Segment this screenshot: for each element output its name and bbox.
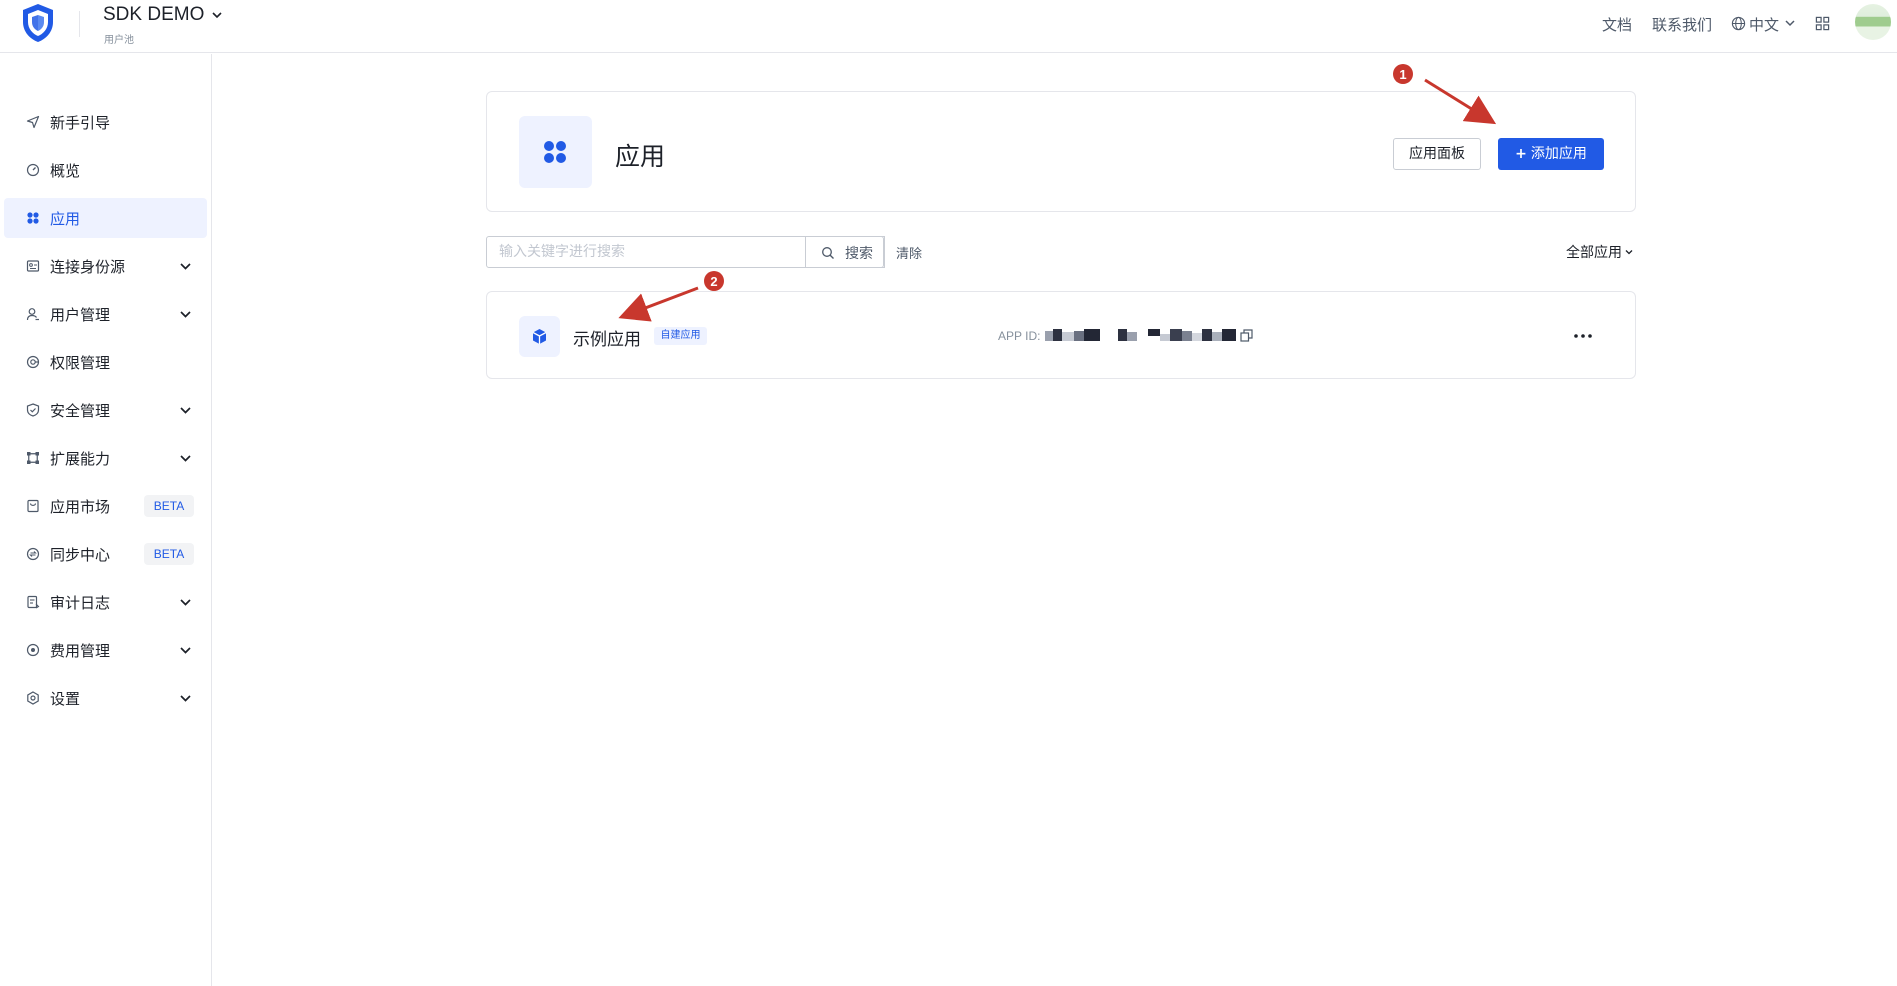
sidebar-item-label: 应用市场 — [50, 498, 111, 516]
sidebar: 新手引导 概览 应用 连接身份源 用户管理 权限管理 安全管理 扩展能力 应用市… — [0, 54, 212, 986]
log-icon — [27, 595, 40, 609]
permission-icon — [26, 355, 40, 369]
sidebar-item-label: 安全管理 — [50, 402, 111, 420]
language-selector[interactable]: 中文 — [1749, 14, 1779, 35]
app-icon-box — [519, 316, 560, 357]
search-icon — [822, 247, 834, 259]
sidebar-item-label: 权限管理 — [50, 354, 111, 372]
annotation-marker-2-label: 2 — [710, 274, 717, 289]
user-icon — [26, 308, 39, 321]
chevron-down-icon — [180, 311, 191, 318]
cube-icon — [532, 329, 547, 344]
app-filter-dropdown[interactable]: 全部应用 — [1566, 242, 1622, 262]
annotation-marker-2 — [704, 271, 724, 291]
page-title: 应用 — [615, 142, 666, 171]
top-header: SDK DEMO 用户池 文档 联系我们 中文 — [0, 0, 1897, 53]
beta-badge: BETA — [144, 495, 194, 517]
app-panel-button[interactable]: 应用面板 — [1393, 138, 1481, 170]
identity-source-icon — [26, 260, 40, 272]
docs-link[interactable]: 文档 — [1602, 14, 1632, 35]
apps-icon — [27, 212, 39, 224]
apps-icon — [544, 141, 566, 163]
annotation-marker-1-label: 1 — [1399, 67, 1406, 82]
chevron-down-icon[interactable] — [1624, 247, 1634, 257]
header-divider — [79, 11, 80, 37]
app-grid-icon[interactable] — [1815, 16, 1830, 31]
chevron-down-icon[interactable] — [210, 8, 224, 22]
sidebar-item-security[interactable]: 安全管理 — [4, 390, 207, 430]
sidebar-item-user-management[interactable]: 用户管理 — [4, 294, 207, 334]
market-icon — [27, 499, 39, 513]
search-button[interactable]: 搜索 — [805, 236, 884, 268]
chevron-down-icon — [180, 599, 191, 606]
shield-icon — [26, 403, 40, 417]
user-avatar[interactable] — [1855, 4, 1891, 40]
apps-header-card: 应用 应用面板 + 添加应用 — [486, 91, 1636, 212]
copy-icon[interactable] — [1240, 329, 1253, 342]
dashboard-icon — [26, 163, 40, 177]
add-app-label: 添加应用 — [1530, 146, 1587, 162]
app-type-tag: 自建应用 — [654, 327, 707, 345]
sidebar-item-identity-source[interactable]: 连接身份源 — [4, 246, 207, 286]
chevron-down-icon — [180, 647, 191, 654]
send-icon — [26, 115, 40, 129]
userpool-subtitle: 用户池 — [104, 35, 134, 46]
sidebar-item-extensions[interactable]: 扩展能力 — [4, 438, 207, 478]
globe-icon[interactable] — [1731, 16, 1746, 31]
add-app-button[interactable]: + 添加应用 — [1498, 138, 1604, 170]
sidebar-item-label: 同步中心 — [50, 546, 111, 564]
chevron-down-icon — [180, 455, 191, 462]
more-actions-icon[interactable] — [1572, 325, 1594, 347]
extension-icon — [27, 452, 39, 464]
userpool-selector[interactable]: SDK DEMO — [103, 4, 204, 26]
app-id-redacted — [1045, 329, 1236, 341]
contact-us-link[interactable]: 联系我们 — [1652, 14, 1712, 35]
settings-icon — [27, 691, 39, 705]
sidebar-item-label: 设置 — [50, 690, 81, 708]
sidebar-item-label: 应用 — [50, 210, 81, 228]
annotation-marker-1 — [1393, 64, 1413, 84]
sidebar-item-label: 审计日志 — [50, 594, 111, 612]
sidebar-item-permissions[interactable]: 权限管理 — [4, 342, 207, 382]
chevron-down-icon — [180, 695, 191, 702]
sync-icon — [26, 547, 40, 561]
sidebar-item-label: 新手引导 — [50, 114, 111, 132]
sidebar-item-overview[interactable]: 概览 — [4, 150, 207, 190]
logo-shield-icon[interactable] — [20, 2, 56, 44]
billing-icon — [26, 643, 40, 657]
chevron-down-icon[interactable] — [1784, 17, 1796, 29]
sidebar-item-apps[interactable]: 应用 — [4, 198, 207, 238]
chevron-down-icon — [180, 263, 191, 270]
plus-icon: + — [1515, 146, 1527, 162]
sidebar-item-audit-log[interactable]: 审计日志 — [4, 582, 207, 622]
sidebar-item-label: 扩展能力 — [50, 450, 111, 468]
app-name[interactable]: 示例应用 — [573, 325, 641, 350]
sidebar-item-label: 概览 — [50, 162, 81, 180]
sidebar-item-sync-center[interactable]: 同步中心 BETA — [4, 534, 207, 574]
sidebar-item-settings[interactable]: 设置 — [4, 678, 207, 718]
apps-hero-icon-box — [519, 116, 592, 188]
chevron-down-icon — [180, 407, 191, 414]
sidebar-item-label: 用户管理 — [50, 306, 111, 324]
search-button-label: 搜索 — [845, 246, 873, 262]
sidebar-item-label: 连接身份源 — [50, 258, 126, 276]
sidebar-item-label: 费用管理 — [50, 642, 111, 660]
app-id-label: APP ID: — [998, 329, 1041, 343]
beta-badge: BETA — [144, 543, 194, 565]
sidebar-item-app-market[interactable]: 应用市场 BETA — [4, 486, 207, 526]
sidebar-item-billing[interactable]: 费用管理 — [4, 630, 207, 670]
app-list-item[interactable]: 示例应用 自建应用 APP ID: — [486, 291, 1636, 379]
sidebar-item-getting-started[interactable]: 新手引导 — [4, 102, 207, 142]
clear-search-link[interactable]: 清除 — [896, 243, 922, 262]
